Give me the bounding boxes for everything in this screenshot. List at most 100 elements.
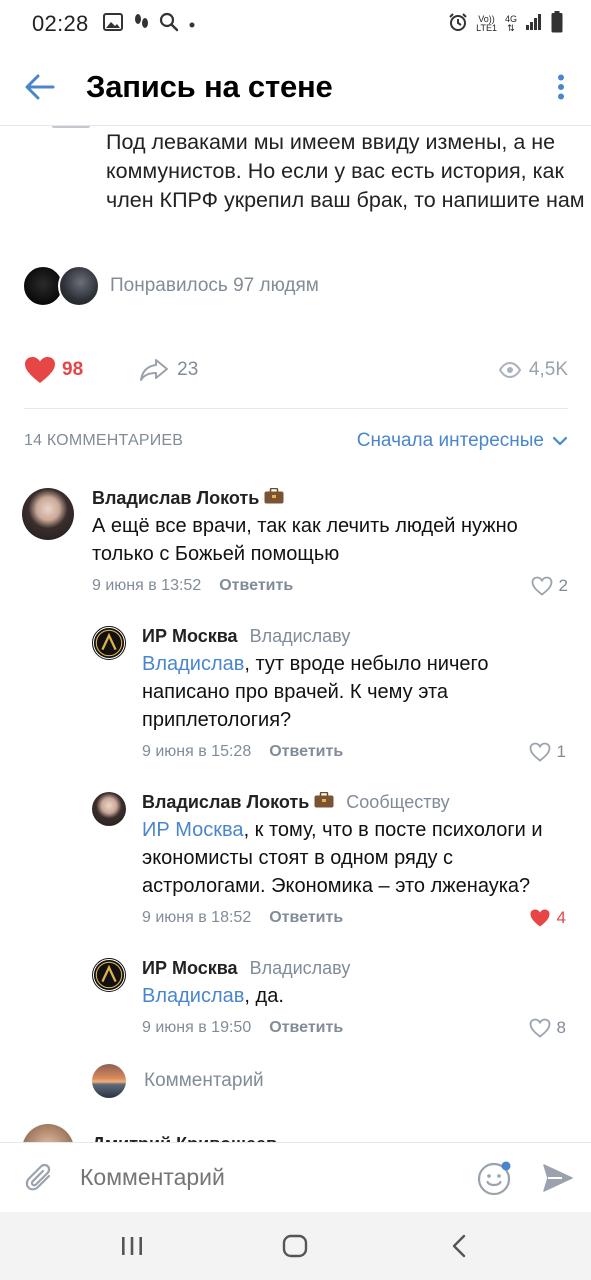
home-icon: [283, 1234, 308, 1258]
comment-like-count: 2: [558, 576, 568, 595]
share-count: 23: [177, 359, 199, 380]
comment-date: 9 июня в 13:52: [92, 577, 202, 594]
avatar[interactable]: [92, 792, 126, 826]
recent-apps-icon: [121, 1237, 142, 1255]
system-navigation-bar: [0, 1212, 591, 1280]
comment-like-count: 4: [556, 908, 566, 927]
comment-author[interactable]: Дмитрий Кривошеев: [92, 1134, 277, 1142]
emoji-button[interactable]: [465, 1143, 525, 1213]
volte-icon: Vo)) LTE1: [476, 14, 497, 33]
system-back-button[interactable]: [419, 1212, 499, 1280]
heart-icon: [530, 909, 550, 927]
avatar[interactable]: [92, 958, 126, 992]
status-time: 02:28: [32, 11, 89, 36]
gallery-icon: [102, 12, 123, 36]
recent-apps-button[interactable]: [92, 1212, 172, 1280]
network-type-icon: 4G ⇅: [504, 14, 517, 33]
alarm-icon: [448, 12, 468, 37]
comment-like-button[interactable]: 8: [529, 1018, 566, 1038]
avatar: [58, 265, 100, 307]
comment-like-button[interactable]: 2: [531, 576, 568, 596]
arrow-left-icon: [25, 74, 55, 99]
like-button[interactable]: 98: [24, 356, 83, 384]
sort-label: Сначала интересные: [356, 430, 544, 451]
reply-button[interactable]: Ответить: [219, 577, 293, 595]
post-text: Под леваками мы имеем ввиду измены, а не…: [106, 130, 585, 212]
heart-icon: [25, 357, 55, 383]
reply-button[interactable]: Ответить: [269, 743, 343, 761]
comment-like-button[interactable]: 1: [529, 742, 566, 762]
mention-link[interactable]: Владислав: [142, 653, 244, 675]
share-icon: [140, 359, 169, 381]
briefcase-icon: [314, 791, 334, 813]
comments-header: 14 КОММЕНТАРИЕВ Сначала интересные: [24, 426, 568, 456]
comment-reply: ИР Москва Владиславу Владислав, тут врод…: [92, 626, 568, 764]
app-header: Запись на стене: [0, 48, 591, 126]
liked-by-row[interactable]: Понравилось 97 людям: [22, 265, 319, 307]
more-button[interactable]: [531, 48, 591, 126]
comment-input[interactable]: [80, 1164, 465, 1191]
comment-author[interactable]: ИР Москва: [142, 626, 238, 647]
comment-author[interactable]: ИР Москва: [142, 958, 238, 979]
mention-link[interactable]: ИР Москва: [142, 819, 244, 841]
comments-count: 14 КОММЕНТАРИЕВ: [24, 432, 184, 449]
chevron-down-icon: [552, 436, 568, 446]
comment-reply: Владислав Локоть Сообществу ИР Москва, к…: [92, 791, 568, 930]
attach-button[interactable]: [0, 1143, 80, 1213]
smile-icon: [477, 1161, 511, 1195]
thread-reply-placeholder: Комментарий: [144, 1070, 264, 1091]
battery-icon: [551, 10, 563, 38]
like-count: 98: [62, 359, 84, 380]
reply-button[interactable]: Ответить: [269, 1019, 343, 1037]
briefcase-icon: [264, 487, 284, 509]
thread-reply-input[interactable]: Комментарий: [92, 1064, 264, 1098]
avatar[interactable]: [22, 1124, 74, 1142]
avatar[interactable]: [92, 626, 126, 660]
reply-to[interactable]: Владиславу: [250, 958, 351, 979]
comment-compose-bar: [0, 1142, 591, 1212]
chevron-left-icon: [452, 1234, 466, 1258]
home-button[interactable]: [255, 1212, 335, 1280]
footsteps-icon: [133, 13, 149, 36]
comment-like-count: 1: [556, 742, 566, 761]
reply-to[interactable]: Владиславу: [250, 626, 351, 647]
comment-like-count: 8: [556, 1018, 566, 1037]
heart-outline-icon: [529, 1018, 550, 1038]
comment-author[interactable]: Владислав Локоть: [142, 792, 309, 813]
signal-icon: [525, 13, 543, 36]
status-system-icons: Vo)) LTE1 4G ⇅: [448, 10, 563, 38]
heart-outline-icon: [531, 576, 552, 596]
comment-text: Владислав, тут вроде небыло ничего напис…: [142, 653, 489, 731]
avatar[interactable]: [22, 488, 74, 540]
avatar: [92, 1064, 126, 1098]
reply-button[interactable]: Ответить: [269, 909, 343, 927]
send-icon: [543, 1163, 573, 1192]
comment-reply: ИР Москва Владиславу Владислав, да. 9 ию…: [92, 958, 568, 1040]
comment-text: А ещё все врачи, так как лечить людей ну…: [92, 515, 518, 565]
lambda-logo-icon: [93, 959, 125, 991]
reply-to[interactable]: Сообществу: [346, 792, 449, 813]
comment-date: 9 июня в 18:52: [142, 909, 252, 926]
send-button[interactable]: [525, 1143, 591, 1213]
comment: Дмитрий Кривошеев: [22, 1124, 277, 1142]
comment-author[interactable]: Владислав Локоть: [92, 488, 259, 509]
eye-icon: [498, 362, 521, 378]
views: 4,5K: [498, 359, 568, 381]
dot-icon: [189, 15, 195, 33]
mention-link[interactable]: Владислав: [142, 985, 244, 1007]
quote-divider: [52, 126, 90, 128]
comment-text: ИР Москва, к тому, что в посте психологи…: [142, 819, 543, 897]
status-bar: 02:28 Vo)) LTE1 4G ⇅: [0, 0, 591, 48]
more-vertical-icon: [558, 74, 564, 99]
divider: [24, 408, 568, 409]
search-icon: [159, 12, 179, 37]
back-button[interactable]: [0, 48, 80, 126]
comment-date: 9 июня в 15:28: [142, 743, 252, 760]
sort-button[interactable]: Сначала интересные: [357, 430, 568, 452]
comment: Владислав Локоть А ещё все врачи, так ка…: [22, 487, 568, 598]
comment-date: 9 июня в 19:50: [142, 1019, 252, 1036]
paperclip-icon: [25, 1163, 51, 1190]
comment-like-button[interactable]: 4: [529, 908, 566, 928]
share-button[interactable]: 23: [139, 358, 198, 382]
post-actions: 98 23 4,5K: [24, 352, 568, 388]
